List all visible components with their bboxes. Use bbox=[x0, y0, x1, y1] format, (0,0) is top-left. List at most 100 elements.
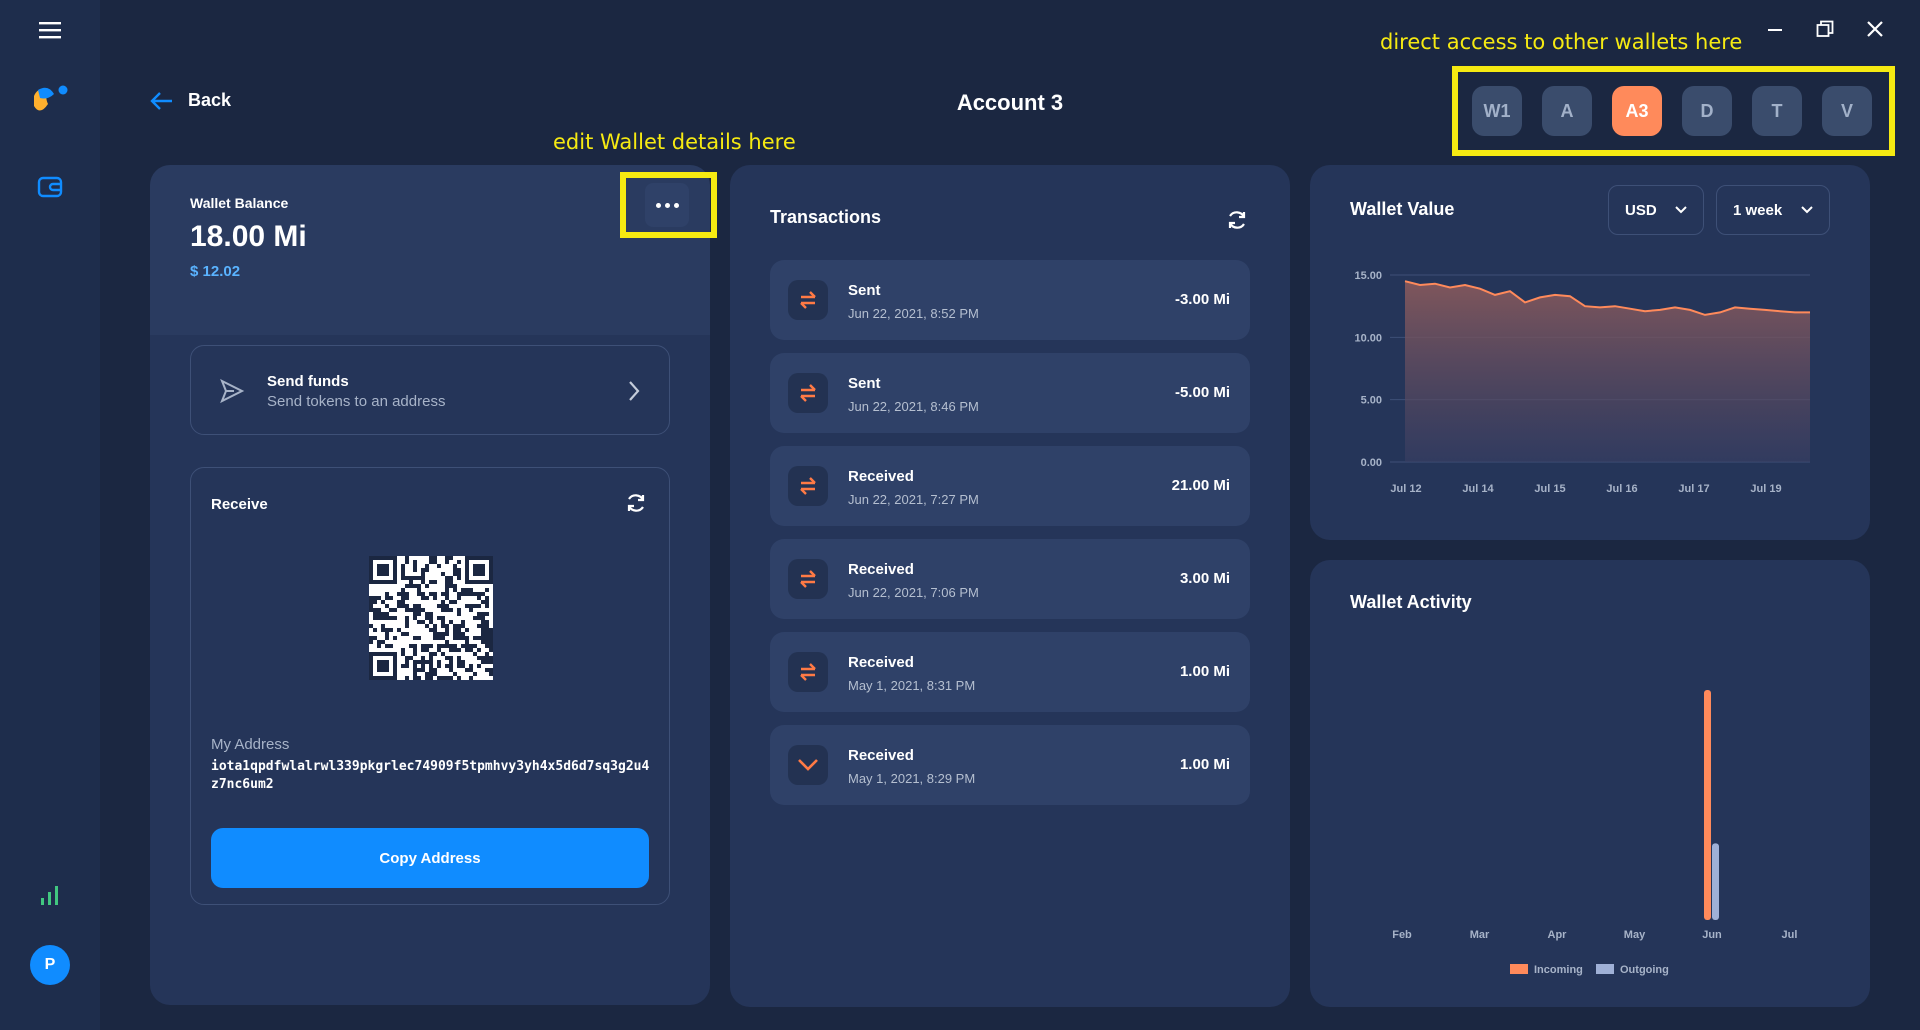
wallet-tab[interactable]: W1 bbox=[1472, 86, 1522, 136]
incoming-bar bbox=[1704, 690, 1711, 920]
menu-icon[interactable] bbox=[35, 16, 65, 44]
wallets-hint: direct access to other wallets here bbox=[1380, 30, 1743, 54]
wallet-tab[interactable]: A bbox=[1542, 86, 1592, 136]
chevron-down-icon bbox=[788, 745, 828, 785]
back-label: Back bbox=[188, 90, 232, 110]
close-icon[interactable] bbox=[1860, 14, 1890, 44]
wallet-value-chart: 15.00 10.00 5.00 0.00 Jul 12 Jul 14 Jul 15 Jul … bbox=[1354, 270, 1810, 495]
y-tick-label: 0.00 bbox=[1361, 457, 1382, 469]
transaction-date: Jun 22, 2021, 8:52 PM bbox=[848, 306, 979, 321]
qr-code bbox=[369, 556, 493, 680]
chevron-right-icon bbox=[629, 381, 640, 401]
transaction-item[interactable]: Sent Jun 22, 2021, 8:52 PM -3.00 Mi bbox=[770, 260, 1250, 340]
wallet-value-panel: Wallet Value USD 1 week 15.00 10.00 5.00 0.… bbox=[1310, 165, 1870, 540]
transaction-amount: -5.00 Mi bbox=[1174, 384, 1230, 401]
transaction-type: Received bbox=[848, 468, 914, 485]
arrow-left-icon bbox=[150, 91, 172, 110]
sidebar: P bbox=[0, 0, 100, 1030]
y-tick-label: 5.00 bbox=[1361, 395, 1382, 407]
transaction-amount: 1.00 Mi bbox=[1179, 663, 1230, 680]
x-tick-label: Jul 17 bbox=[1678, 483, 1709, 495]
analytics-icon[interactable] bbox=[35, 880, 65, 910]
wallet-icon[interactable] bbox=[33, 170, 67, 204]
legend-swatch bbox=[1596, 964, 1614, 974]
y-tick-label: 10.00 bbox=[1354, 332, 1382, 344]
address-label: My Address bbox=[211, 736, 290, 753]
wallet-tab[interactable]: T bbox=[1752, 86, 1802, 136]
receive-card: Receive My Address iota1qpdfwlalrwl339pk… bbox=[190, 467, 670, 905]
transactions-title: Transactions bbox=[770, 207, 882, 227]
x-tick-label: Jul 15 bbox=[1534, 483, 1565, 495]
x-tick-label: Jul 19 bbox=[1750, 483, 1781, 495]
range-select[interactable]: 1 week bbox=[1716, 185, 1830, 235]
legend-label: Incoming bbox=[1534, 964, 1583, 976]
restore-icon[interactable] bbox=[1810, 14, 1840, 44]
refresh-icon[interactable] bbox=[1226, 209, 1248, 231]
send-subtitle: Send tokens to an address bbox=[267, 393, 446, 410]
send-funds-button[interactable]: Send funds Send tokens to an address bbox=[190, 345, 670, 435]
back-button[interactable]: Back bbox=[150, 90, 231, 111]
x-tick-label: Feb bbox=[1392, 929, 1412, 941]
edit-highlight bbox=[620, 172, 717, 238]
balance-amount: 18.00 Mi bbox=[190, 220, 307, 253]
transaction-date: Jun 22, 2021, 7:06 PM bbox=[848, 585, 979, 600]
minimize-icon[interactable] bbox=[1760, 14, 1790, 44]
wallet-switcher: W1 A A3 D T V bbox=[1452, 66, 1892, 156]
x-tick-label: Jul 14 bbox=[1462, 483, 1494, 495]
currency-value: USD bbox=[1625, 201, 1657, 219]
x-tick-label: Jul bbox=[1782, 929, 1798, 941]
copy-address-button[interactable]: Copy Address bbox=[211, 828, 649, 888]
wallet-activity-chart: Feb Mar Apr May Jun Jul Incoming Outgoing bbox=[1392, 690, 1798, 976]
chevron-down-icon bbox=[1675, 206, 1687, 214]
x-tick-label: May bbox=[1624, 929, 1646, 941]
currency-select[interactable]: USD bbox=[1608, 185, 1704, 235]
wallet-address[interactable]: iota1qpdfwlalrwl339pkgrlec74909f5tpmhvy3… bbox=[211, 758, 651, 794]
chevron-down-icon bbox=[1801, 206, 1813, 214]
transaction-item[interactable]: Received May 1, 2021, 8:29 PM 1.00 Mi bbox=[770, 725, 1250, 805]
transaction-type: Received bbox=[848, 654, 914, 671]
refresh-icon[interactable] bbox=[625, 492, 647, 514]
wallet-tab-active[interactable]: A3 bbox=[1612, 86, 1662, 136]
send-icon bbox=[220, 378, 245, 404]
legend-swatch bbox=[1510, 964, 1528, 974]
page-title: Account 3 bbox=[956, 90, 1064, 115]
wallet-tab[interactable]: V bbox=[1822, 86, 1872, 136]
balance-label: Wallet Balance bbox=[190, 195, 289, 211]
transaction-item[interactable]: Sent Jun 22, 2021, 8:46 PM -5.00 Mi bbox=[770, 353, 1250, 433]
transaction-date: May 1, 2021, 8:31 PM bbox=[848, 678, 976, 693]
transaction-item[interactable]: Received Jun 22, 2021, 7:06 PM 3.00 Mi bbox=[770, 539, 1250, 619]
swap-icon bbox=[788, 466, 828, 506]
balance-fiat: $ 12.02 bbox=[190, 263, 241, 280]
wallet-tab[interactable]: D bbox=[1682, 86, 1732, 136]
x-tick-label: Jun bbox=[1702, 929, 1722, 941]
legend-label: Outgoing bbox=[1620, 964, 1669, 976]
transaction-type: Received bbox=[848, 561, 914, 578]
transaction-item[interactable]: Received May 1, 2021, 8:31 PM 1.00 Mi bbox=[770, 632, 1250, 712]
transaction-type: Sent bbox=[848, 375, 881, 392]
transaction-date: May 1, 2021, 8:29 PM bbox=[848, 771, 976, 786]
transaction-date: Jun 22, 2021, 8:46 PM bbox=[848, 399, 979, 414]
transaction-type: Received bbox=[848, 747, 914, 764]
transaction-date: Jun 22, 2021, 7:27 PM bbox=[848, 492, 979, 507]
transaction-type: Sent bbox=[848, 282, 881, 299]
transaction-amount: 1.00 Mi bbox=[1179, 756, 1230, 773]
swap-icon bbox=[788, 373, 828, 413]
outgoing-bar bbox=[1712, 843, 1719, 920]
y-tick-label: 15.00 bbox=[1354, 270, 1382, 282]
send-title: Send funds bbox=[267, 373, 349, 390]
transaction-amount: 21.00 Mi bbox=[1171, 477, 1230, 494]
actions-card: Send funds Send tokens to an address Rec… bbox=[150, 305, 710, 1005]
x-tick-label: Jul 16 bbox=[1606, 483, 1637, 495]
avatar[interactable]: P bbox=[30, 945, 70, 985]
wallet-activity-panel: Wallet Activity Feb Mar Apr May Jun Jul Incomi… bbox=[1310, 560, 1870, 1007]
transaction-amount: -3.00 Mi bbox=[1174, 291, 1230, 308]
edit-hint: edit Wallet details here bbox=[553, 130, 796, 154]
x-tick-label: Mar bbox=[1470, 929, 1490, 941]
transaction-item[interactable]: Received Jun 22, 2021, 7:27 PM 21.00 Mi bbox=[770, 446, 1250, 526]
x-tick-label: Jul 12 bbox=[1390, 483, 1421, 495]
x-tick-label: Apr bbox=[1548, 929, 1568, 941]
receive-title: Receive bbox=[211, 496, 268, 513]
swap-icon bbox=[788, 559, 828, 599]
app-logo-icon bbox=[28, 82, 72, 118]
wallet-value-title: Wallet Value bbox=[1350, 199, 1455, 219]
